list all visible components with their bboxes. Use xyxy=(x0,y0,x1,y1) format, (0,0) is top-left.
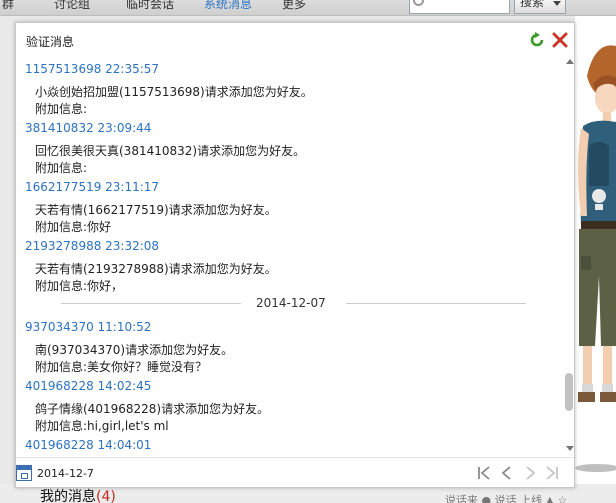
message-extra-info: 附加信息:你好， xyxy=(35,279,124,293)
avatar-show-panel xyxy=(575,16,616,503)
my-messages-text: 我的消息 xyxy=(40,489,96,503)
tab-system-messages[interactable]: 系统消息 xyxy=(204,0,252,12)
message-sender-time[interactable]: 1157513698 22:35:57 xyxy=(25,62,159,76)
tab-discussion[interactable]: 讨论组 xyxy=(54,0,90,12)
message-extra-info: 附加信息:hi,girl,let's ml xyxy=(35,419,169,433)
message-sender-time[interactable]: 381410832 23:09:44 xyxy=(25,121,151,135)
popup-title: 验证消息 xyxy=(26,35,75,49)
message-extra-info: 附加信息:美女你好？睡觉没有？ xyxy=(35,360,208,374)
refresh-icon[interactable] xyxy=(528,31,546,49)
tab-more[interactable]: 更多 xyxy=(282,0,306,12)
date-separator-label: 2014-12-07 xyxy=(256,296,326,310)
date-separator: 2014-12-07 xyxy=(16,296,566,310)
scrollbar-thumb[interactable] xyxy=(565,373,573,411)
message-text: 天若有情(2193278988)请求添加您为好友。 xyxy=(35,262,277,276)
tab-groups[interactable]: 群 xyxy=(2,0,14,12)
message-list-scrollbar[interactable] xyxy=(564,57,575,453)
calendar-icon[interactable] xyxy=(16,465,32,481)
search-icon xyxy=(413,0,424,6)
scroll-down-icon[interactable] xyxy=(566,446,574,451)
avatar-figure-image xyxy=(575,45,616,472)
close-icon[interactable] xyxy=(551,31,569,49)
my-messages-label[interactable]: 我的消息(4) xyxy=(40,486,116,503)
message-text: 鸽子情缘(401968228)请求添加您为好友。 xyxy=(35,402,270,416)
scroll-up-icon[interactable] xyxy=(566,59,574,64)
message-text: 回忆很美很天真(381410832)请求添加您为好友。 xyxy=(35,144,306,158)
divider xyxy=(346,303,526,304)
tab-temp-chat[interactable]: 临时会话 xyxy=(126,0,174,12)
divider xyxy=(61,303,241,304)
message-sender-time[interactable]: 401968228 14:04:01 xyxy=(25,438,151,452)
first-page-icon[interactable] xyxy=(475,464,493,482)
message-extra-info: 附加信息: xyxy=(35,102,88,116)
tab-strip: 群 讨论组 临时会话 系统消息 更多 搜索 xyxy=(0,0,616,16)
message-text: 南(937034370)请求添加您为好友。 xyxy=(35,343,234,357)
chevron-down-icon[interactable] xyxy=(553,1,561,6)
message-extra-info: 附加信息:你好 xyxy=(35,220,112,234)
message-text: 天若有情(1662177519)请求添加您为好友。 xyxy=(35,203,277,217)
verification-messages-popup: 验证消息 1157513698 22:35:57 小焱创始招加盟(1157513… xyxy=(15,22,575,488)
prev-page-icon[interactable] xyxy=(498,464,516,482)
background-status-text: 说话来 ● 说话 上线 ▲ ☆ xyxy=(445,494,568,503)
last-page-icon[interactable] xyxy=(543,464,561,482)
next-page-icon[interactable] xyxy=(521,464,539,482)
current-date: 2014-12-7 xyxy=(37,467,94,480)
message-text: 小焱创始招加盟(1157513698)请求添加您为好友。 xyxy=(35,85,313,99)
popup-footer: 2014-12-7 xyxy=(16,457,574,487)
message-sender-time[interactable]: 2193278988 23:32:08 xyxy=(25,239,159,253)
my-messages-count: (4) xyxy=(96,489,116,503)
search-input[interactable] xyxy=(409,0,510,14)
message-sender-time[interactable]: 1662177519 23:11:17 xyxy=(25,180,159,194)
message-extra-info: 附加信息: xyxy=(35,161,88,175)
search-button[interactable]: 搜索 xyxy=(514,0,566,14)
message-sender-time[interactable]: 401968228 14:02:45 xyxy=(25,379,151,393)
message-list: 1157513698 22:35:57 小焱创始招加盟(1157513698)请… xyxy=(16,57,566,453)
message-sender-time[interactable]: 937034370 11:10:52 xyxy=(25,320,151,334)
search-button-label: 搜索 xyxy=(520,0,545,9)
